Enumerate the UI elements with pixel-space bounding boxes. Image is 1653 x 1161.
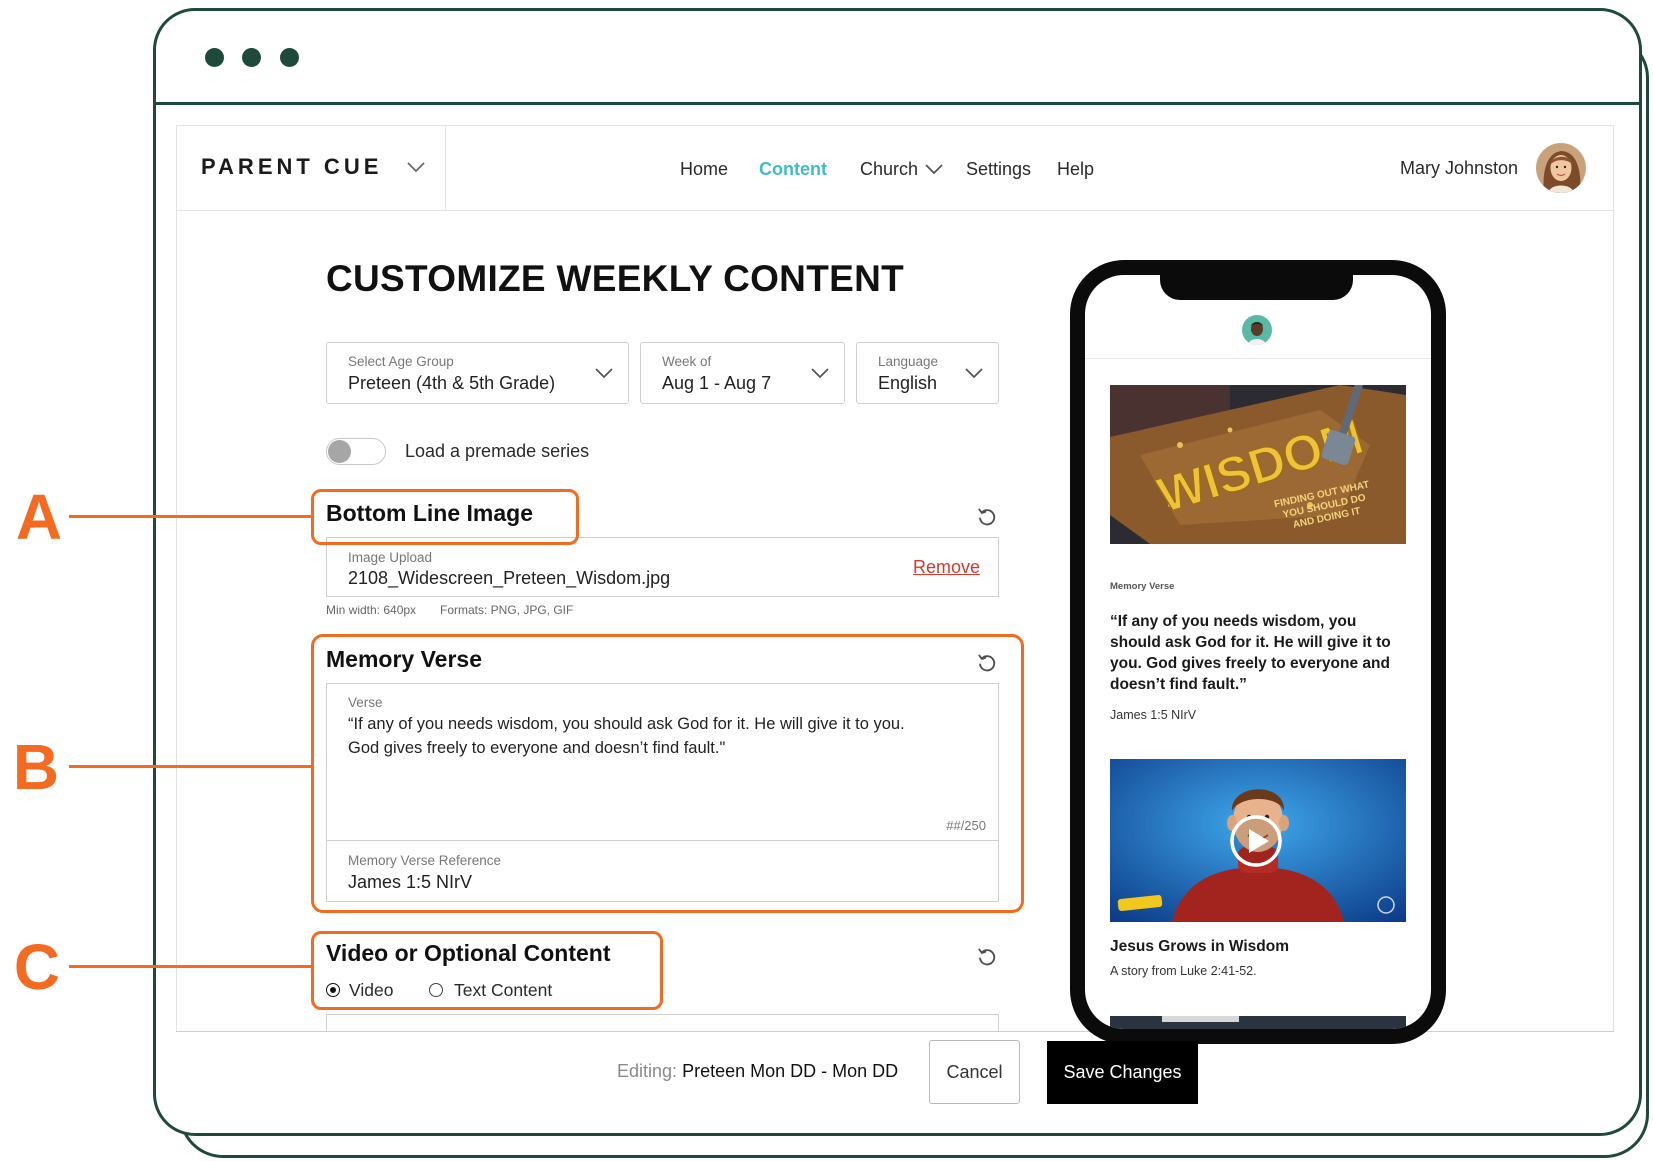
- video-section-heading: Video or Optional Content: [326, 940, 611, 966]
- week-label: Week of: [662, 354, 712, 369]
- user-name[interactable]: Mary Johnston: [1400, 156, 1518, 180]
- preview-memory-verse-label: Memory Verse: [1110, 581, 1175, 592]
- window-dot-3: [280, 48, 299, 67]
- language-value: English: [878, 373, 938, 393]
- preview-video-thumbnail[interactable]: [1110, 759, 1406, 922]
- nav-help[interactable]: Help: [1057, 157, 1094, 181]
- callout-label-b: B: [12, 731, 60, 803]
- callout-label-c: C: [13, 931, 61, 1003]
- preview-verse-reference: James 1:5 NIrV: [1110, 708, 1197, 722]
- memory-verse-reference-field[interactable]: Memory Verse Reference James 1:5 NIrV: [326, 840, 999, 902]
- memory-verse-heading: Memory Verse: [326, 646, 482, 672]
- chevron-down-icon[interactable]: [407, 162, 425, 173]
- image-upload-label: Image Upload: [348, 550, 433, 565]
- premade-series-toggle[interactable]: [326, 438, 386, 465]
- callout-line-b: [69, 765, 311, 768]
- week-value: Aug 1 - Aug 7: [662, 373, 772, 393]
- min-width-hint: Min width: 640px: [326, 603, 417, 617]
- window-dot-1: [205, 48, 224, 67]
- preview-next-card: [1110, 1016, 1406, 1029]
- app-logo[interactable]: PARENT CUE: [201, 154, 382, 180]
- verse-textarea[interactable]: Verse “If any of you needs wisdom, you s…: [326, 683, 999, 841]
- editing-label: Editing:: [617, 1061, 678, 1081]
- nav-home[interactable]: Home: [680, 157, 728, 181]
- chevron-down-icon: [965, 368, 983, 379]
- formats-hint: Formats: PNG, JPG, GIF: [440, 603, 574, 617]
- reset-icon[interactable]: [976, 506, 998, 528]
- preview-video-description: A story from Luke 2:41-52.: [1110, 964, 1257, 978]
- chevron-down-icon: [811, 368, 829, 379]
- save-changes-button[interactable]: Save Changes: [1047, 1041, 1198, 1104]
- phone-notch: [1160, 275, 1353, 300]
- nav-content[interactable]: Content: [759, 157, 827, 181]
- window-dot-2: [242, 48, 261, 67]
- image-file-name: 2108_Widescreen_Preteen_Wisdom.jpg: [348, 568, 671, 588]
- logo-divider: [445, 125, 446, 210]
- nav-settings[interactable]: Settings: [966, 157, 1031, 181]
- premade-series-label: Load a premade series: [405, 441, 590, 461]
- window-toolbar-divider: [153, 102, 1642, 105]
- reference-label: Memory Verse Reference: [348, 853, 502, 868]
- callout-label-a: A: [15, 481, 63, 553]
- preview-next-card-chip: [1162, 1016, 1239, 1022]
- bottom-line-image-preview: WISDOM FINDING OUT WHAT YOU SHOULD DO AN…: [1110, 385, 1406, 544]
- verse-label: Verse: [348, 695, 383, 710]
- verse-text: “If any of you needs wisdom, you should …: [348, 715, 905, 757]
- chevron-down-icon: [595, 368, 613, 379]
- page-title: CUSTOMIZE WEEKLY CONTENT: [326, 258, 905, 299]
- reset-icon[interactable]: [976, 652, 998, 674]
- text-content-radio-label[interactable]: Text Content: [454, 980, 552, 1000]
- toggle-knob: [328, 440, 351, 463]
- age-group-value: Preteen (4th & 5th Grade): [348, 373, 556, 393]
- video-radio[interactable]: [326, 983, 340, 997]
- bottom-line-image-heading: Bottom Line Image: [326, 500, 534, 526]
- image-upload-field[interactable]: Image Upload 2108_Widescreen_Preteen_Wis…: [326, 537, 999, 597]
- video-radio-label[interactable]: Video: [349, 980, 393, 1000]
- callout-line-c: [69, 965, 311, 968]
- language-select[interactable]: Language English: [856, 342, 999, 404]
- video-link-field[interactable]: [326, 1014, 999, 1031]
- text-content-radio[interactable]: [429, 983, 443, 997]
- nav-church[interactable]: Church: [860, 157, 918, 181]
- reset-icon[interactable]: [976, 946, 998, 968]
- editing-status: Editing: Preteen Mon DD - Mon DD: [617, 1061, 898, 1081]
- user-avatar[interactable]: [1536, 143, 1586, 193]
- cancel-button[interactable]: Cancel: [929, 1040, 1020, 1104]
- reference-value: James 1:5 NIrV: [348, 872, 473, 892]
- header-divider: [176, 210, 1614, 211]
- preview-video-title: Jesus Grows in Wisdom: [1110, 938, 1290, 955]
- church-avatar: [1242, 315, 1272, 345]
- age-group-select[interactable]: Select Age Group Preteen (4th & 5th Grad…: [326, 342, 629, 404]
- phone-header-divider: [1085, 358, 1431, 359]
- preview-verse-text: “If any of you needs wisdom, you should …: [1110, 613, 1391, 693]
- character-counter: ##/250: [946, 818, 986, 833]
- remove-image-link[interactable]: Remove: [913, 557, 980, 578]
- phone-preview: WISDOM FINDING OUT WHAT YOU SHOULD DO AN…: [1070, 260, 1446, 1044]
- language-label: Language: [878, 354, 939, 369]
- editing-value: Preteen Mon DD - Mon DD: [682, 1061, 899, 1081]
- age-group-label: Select Age Group: [348, 354, 454, 369]
- callout-line-a: [69, 515, 311, 518]
- week-select[interactable]: Week of Aug 1 - Aug 7: [640, 342, 845, 404]
- chevron-down-icon[interactable]: [925, 164, 943, 175]
